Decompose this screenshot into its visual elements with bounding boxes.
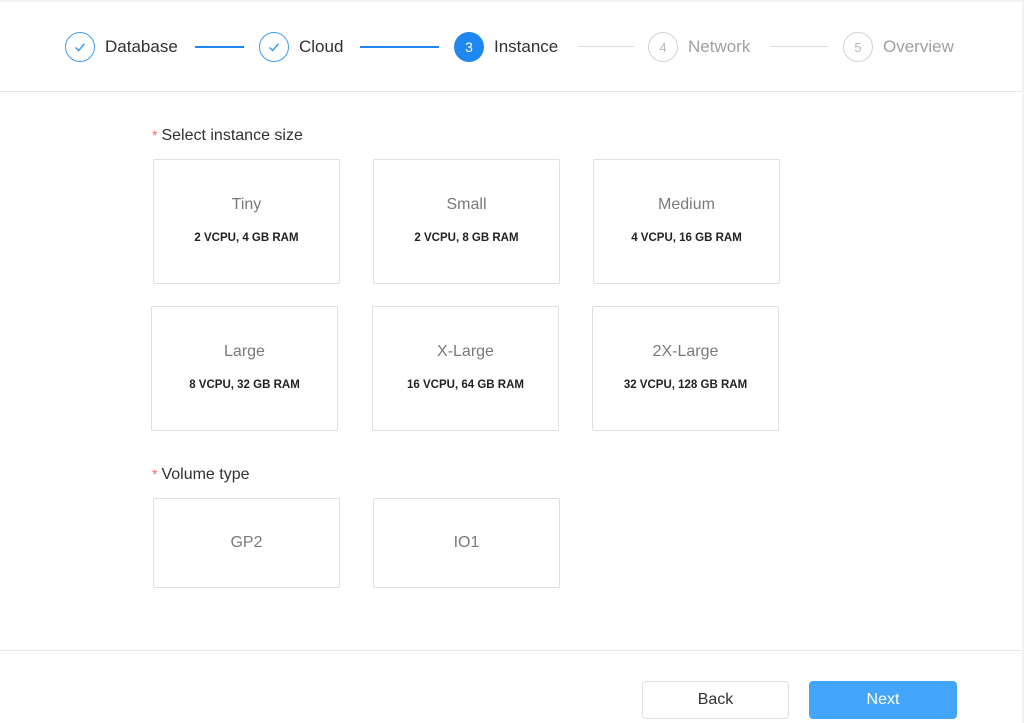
required-asterisk: *: [152, 466, 158, 482]
option-title: Tiny: [231, 195, 262, 213]
instance-option-2x-large[interactable]: 2X-Large 32 VCPU, 128 GB RAM: [592, 306, 779, 431]
step-connector: [578, 46, 634, 47]
volume-type-label-text: Volume type: [161, 466, 250, 483]
step-label: Network: [688, 37, 751, 56]
wizard-steps: Database Cloud 3 Instance 4 Network 5 Ov…: [0, 2, 1022, 92]
option-spec: 8 VCPU, 32 GB RAM: [189, 378, 300, 391]
next-button[interactable]: Next: [809, 681, 957, 719]
instance-option-x-large[interactable]: X-Large 16 VCPU, 64 GB RAM: [372, 306, 559, 431]
step-number: 5: [843, 32, 873, 62]
instance-option-small[interactable]: Small 2 VCPU, 8 GB RAM: [373, 159, 560, 284]
check-icon: [259, 32, 289, 62]
option-spec: 2 VCPU, 4 GB RAM: [194, 231, 299, 244]
volume-option-gp2[interactable]: GP2: [153, 498, 340, 588]
step-label: Instance: [494, 37, 559, 56]
option-title: IO1: [453, 534, 480, 551]
option-spec: 16 VCPU, 64 GB RAM: [407, 378, 524, 391]
option-title: 2X-Large: [652, 342, 719, 360]
step-instance[interactable]: 3 Instance: [454, 32, 558, 62]
instance-option-large[interactable]: Large 8 VCPU, 32 GB RAM: [151, 306, 338, 431]
step-label: Cloud: [299, 37, 344, 56]
step-overview[interactable]: 5 Overview: [843, 32, 954, 62]
footer-divider: [0, 650, 1022, 651]
volume-type-label: * Volume type: [152, 466, 250, 484]
option-spec: 32 VCPU, 128 GB RAM: [623, 378, 748, 391]
option-title: X-Large: [437, 342, 494, 360]
instance-option-tiny[interactable]: Tiny 2 VCPU, 4 GB RAM: [153, 159, 340, 284]
step-label: Overview: [883, 37, 954, 56]
step-database[interactable]: Database: [65, 32, 178, 62]
check-icon: [65, 32, 95, 62]
instance-option-medium[interactable]: Medium 4 VCPU, 16 GB RAM: [593, 159, 780, 284]
option-title: Small: [446, 195, 487, 213]
option-spec: 4 VCPU, 16 GB RAM: [631, 231, 742, 244]
step-connector: [770, 46, 828, 47]
step-number: 3: [454, 32, 484, 62]
back-button[interactable]: Back: [642, 681, 789, 719]
step-label: Database: [105, 37, 178, 56]
option-title: Medium: [658, 195, 715, 213]
instance-size-label-text: Select instance size: [161, 127, 303, 144]
step-connector: [360, 46, 439, 48]
option-title: Large: [224, 342, 265, 360]
option-title: GP2: [230, 534, 263, 551]
volume-option-io1[interactable]: IO1: [373, 498, 560, 588]
step-connector: [195, 46, 244, 48]
option-spec: 2 VCPU, 8 GB RAM: [414, 231, 519, 244]
step-number: 4: [648, 32, 678, 62]
step-network[interactable]: 4 Network: [648, 32, 750, 62]
instance-size-label: * Select instance size: [152, 127, 303, 145]
required-asterisk: *: [152, 127, 158, 143]
step-cloud[interactable]: Cloud: [259, 32, 343, 62]
